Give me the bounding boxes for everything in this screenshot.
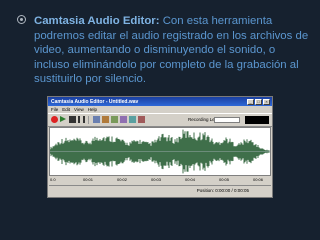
paste-icon[interactable] (111, 116, 118, 123)
play-icon[interactable] (60, 116, 66, 122)
timeline-tick: 00:04 (185, 177, 196, 182)
menu-file[interactable]: File (51, 106, 58, 113)
volume-up-icon[interactable] (120, 116, 127, 123)
timeline-tick: 00:06 (253, 177, 264, 182)
title-bar: Camtasia Audio Editor - Untitled.wav _ □… (48, 97, 272, 106)
timeline-tick: 0.0 (50, 177, 56, 182)
minimize-button[interactable]: _ (247, 98, 254, 105)
window-title: Camtasia Audio Editor - Untitled.wav (51, 98, 139, 105)
bullet-text: Camtasia Audio Editor: Con esta herramie… (34, 14, 312, 87)
silence-icon[interactable] (138, 116, 145, 123)
recording-level-meter (214, 117, 240, 123)
record-icon[interactable] (51, 116, 58, 123)
pause-icon[interactable] (78, 116, 85, 123)
timeline-tick: 00:03 (151, 177, 162, 182)
menu-edit[interactable]: Edit (62, 106, 70, 113)
level-display (245, 116, 269, 124)
maximize-button[interactable]: □ (255, 98, 262, 105)
menu-help[interactable]: Help (88, 106, 97, 113)
bullet-title: Camtasia Audio Editor: (34, 15, 160, 27)
bullet-item: Camtasia Audio Editor: Con esta herramie… (17, 14, 312, 87)
timeline-tick: 00:02 (117, 177, 128, 182)
audio-editor-screenshot: Camtasia Audio Editor - Untitled.wav _ □… (47, 96, 273, 198)
waveform-panel[interactable] (49, 127, 271, 176)
timeline-tick: 00:01 (83, 177, 94, 182)
volume-down-icon[interactable] (129, 116, 136, 123)
toolbar-separator (88, 116, 89, 124)
timeline-ruler: 0.0 00:01 00:02 00:03 00:04 00:05 00:06 (49, 176, 271, 183)
close-icon[interactable]: × (263, 98, 270, 105)
timeline-tick: 00:05 (219, 177, 230, 182)
bullet-icon (17, 15, 26, 24)
stop-icon[interactable] (69, 116, 76, 123)
window-controls: _ □ × (247, 98, 270, 105)
position-readout: Position: 0:00:00 / 0:00:05 (196, 188, 249, 193)
cut-icon[interactable] (93, 116, 100, 123)
waveform (50, 129, 270, 174)
menu-bar: File Edit View Help (48, 106, 272, 113)
copy-icon[interactable] (102, 116, 109, 123)
toolbar: Recording Level (48, 113, 272, 127)
status-bar: Position: 0:00:00 / 0:00:05 (49, 185, 271, 196)
menu-view[interactable]: View (74, 106, 84, 113)
